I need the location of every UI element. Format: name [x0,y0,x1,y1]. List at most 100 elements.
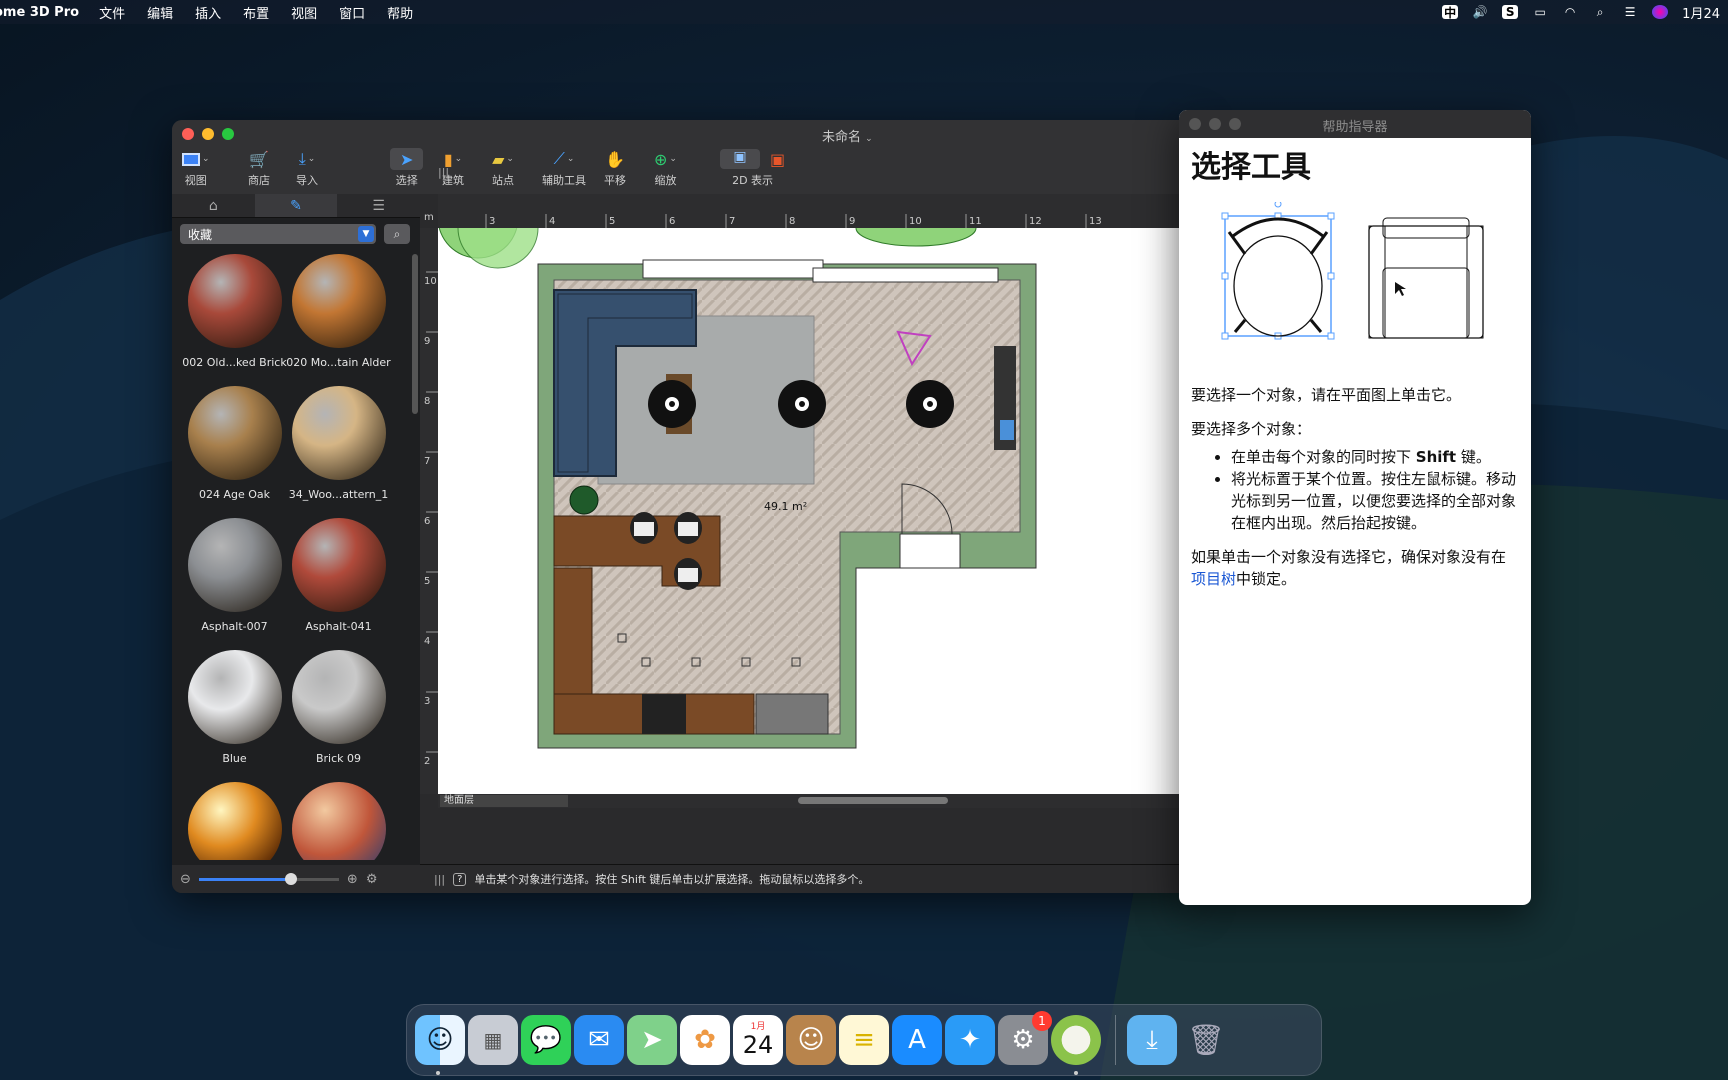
material-item[interactable] [281,782,396,860]
horizontal-scrollbar[interactable] [798,797,948,804]
app-s-icon[interactable]: S [1502,5,1519,19]
control-center-icon[interactable]: ☰ [1622,5,1638,19]
help-heading: 选择工具 [1191,150,1311,185]
mail-icon[interactable]: ✉ [574,1015,624,1065]
collection-select[interactable]: 收藏 ▼ [180,224,376,244]
tree[interactable] [855,228,977,247]
zoom-in-icon[interactable]: ⊕ [347,872,358,887]
material-item[interactable]: Brick 09 [281,650,396,765]
spotlight-search-icon[interactable]: ⌕ [1592,5,1608,19]
cooktop[interactable] [642,694,686,734]
calendar-icon[interactable]: 1月 24 [733,1015,783,1065]
project-tree-link[interactable]: 项目树 [1191,570,1236,588]
menu-file[interactable]: 文件 [99,3,125,22]
material-item[interactable]: Asphalt-007 [177,518,292,633]
battery-icon[interactable]: ▭ [1532,5,1548,19]
dining-chair[interactable] [674,512,702,544]
drawer-toggle-icon[interactable]: ||| [438,166,449,179]
assist-tool-button[interactable]: ⟋ ⌄ 辅助工具 [542,148,586,188]
menu-arrange[interactable]: 布置 [243,3,269,22]
material-thumbnail [187,782,282,860]
drawer-toggle-icon[interactable]: ||| [434,873,445,886]
close-button[interactable] [182,128,194,140]
brush-icon: ✎ [290,197,302,214]
sink-counter[interactable] [755,693,829,735]
menu-window[interactable]: 窗口 [339,3,365,22]
library-scrollbar[interactable] [412,254,418,414]
menu-view[interactable]: 视图 [291,3,317,22]
material-item[interactable]: 024 Age Oak [177,386,292,501]
finder-icon[interactable]: ☺ [415,1015,465,1065]
menu-insert[interactable]: 插入 [195,3,221,22]
messages-icon[interactable]: 💬 [521,1015,571,1065]
photos-icon[interactable]: ✿ [680,1015,730,1065]
siri-icon[interactable] [1652,5,1669,19]
menubar-clock[interactable]: 1月24 [1682,3,1720,22]
window[interactable] [642,259,824,279]
ceiling-light[interactable] [906,380,954,428]
zoom-tool-button[interactable]: ⊕ ⌄ 缩放 [654,148,677,188]
safari-icon[interactable]: ✦ [945,1015,995,1065]
material-item[interactable]: Asphalt-041 [281,518,396,633]
ruler-label: 5 [609,216,615,227]
app-store-icon[interactable]: A [892,1015,942,1065]
store-button[interactable]: 🛒 商店 [248,148,270,188]
wifi-icon[interactable]: ◠ [1562,5,1578,19]
gear-icon[interactable]: ⚙ [366,872,378,887]
tree[interactable] [457,228,539,269]
system-settings-icon[interactable]: ⚙ 1 [998,1011,1052,1065]
menu-help[interactable]: 帮助 [387,3,413,22]
material-item[interactable] [177,782,292,860]
material-item[interactable]: 020 Mo...tain Alder [281,254,396,369]
minimize-button[interactable] [202,128,214,140]
help-bubble-icon[interactable]: ? [453,872,467,886]
store-label: 商店 [248,174,270,187]
contacts-icon[interactable]: ☺ [786,1015,836,1065]
tab-materials[interactable]: ✎ [254,194,338,217]
menu-edit[interactable]: 编辑 [147,3,173,22]
trash-icon[interactable]: 🗑 [1181,1015,1231,1065]
launchpad-icon[interactable]: ▦ [468,1015,518,1065]
live-home-3d-icon[interactable] [1051,1015,1101,1065]
maps-icon[interactable]: ➤ [627,1015,677,1065]
notes-icon[interactable]: ≡ [839,1015,889,1065]
thumbnail-size-slider[interactable] [198,872,339,885]
document-title[interactable]: 未命名 ⌄ [822,126,873,145]
ruler-label: 10 [424,276,437,287]
library-search-button[interactable]: ⌕ [384,224,410,244]
level-select[interactable]: 地面层 [440,795,568,807]
select-tool-button[interactable]: ➤ 选择 [390,148,424,188]
ceiling-light[interactable] [778,380,826,428]
tab-project-tree[interactable]: ☰ [337,194,420,217]
2d-plan-icon[interactable]: ▣ [720,149,760,169]
zoom-out-icon[interactable]: ⊖ [180,872,191,887]
terrain-icon: ▰ [492,149,505,169]
site-tool-button[interactable]: ▰ ⌄ 站点 [492,148,514,188]
material-item[interactable]: 002 Old...ked Brick [177,254,292,369]
view-button[interactable]: ⌄ 视图 [182,148,210,188]
tab-furniture[interactable]: ⌂ [172,194,255,217]
cart-icon: 🛒 [249,149,269,169]
window[interactable] [812,267,999,283]
tv-screen[interactable] [1000,420,1014,440]
3d-view-icon[interactable]: ▣ [770,150,785,169]
material-item[interactable]: Blue [177,650,292,765]
input-method-icon[interactable]: 中 [1442,5,1459,20]
material-item[interactable]: 34_Woo...attern_1 [281,386,396,501]
ruler-label: 6 [669,216,675,227]
app-menu[interactable]: ome 3D Pro [0,5,79,20]
ceiling-light[interactable] [648,380,696,428]
doorway[interactable] [899,533,961,569]
import-button[interactable]: ⤓ ⌄ 导入 [296,148,318,188]
assist-label: 辅助工具 [542,174,586,187]
potted-plant[interactable] [569,485,599,515]
pan-tool-button[interactable]: ✋ 平移 [604,148,626,188]
floor-plan-canvas[interactable]: 49.1 m² [438,228,1192,794]
dining-chair[interactable] [630,512,658,544]
plan-view: ||| m 3 4 5 6 7 8 9 10 11 12 13 10 9 8 7 6 5 4 3 2 [420,166,1192,893]
dining-chair[interactable] [674,558,702,590]
2d-representation-control[interactable]: ▣ ▣ 2D 表示 [720,148,785,188]
downloads-folder-icon[interactable]: ⤓ [1127,1015,1177,1065]
zoom-button[interactable] [222,128,234,140]
volume-icon[interactable]: 🔊 [1472,5,1488,19]
